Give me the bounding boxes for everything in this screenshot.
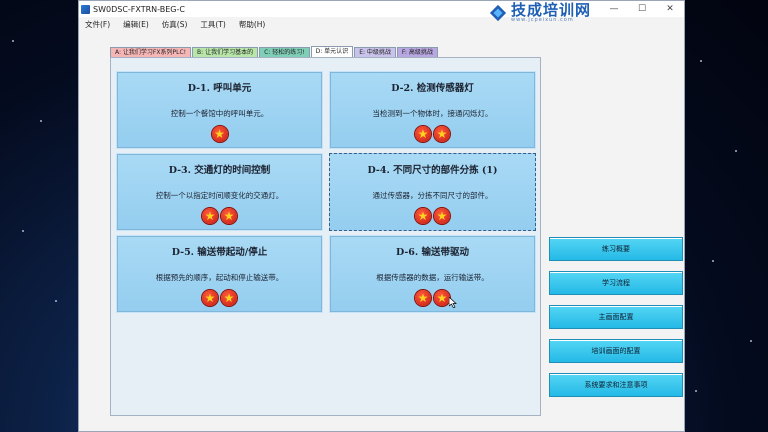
app-icon xyxy=(81,4,90,14)
exercise-card-d5[interactable]: D-5. 输送带起动/停止 根据预先的顺序，起动和停止输送带。 ★ ★ xyxy=(116,235,323,313)
card-title: D-2. 检测传感器灯 xyxy=(391,83,474,94)
exercise-overview-button[interactable]: 练习概要 xyxy=(549,237,683,261)
star-icon: ★ xyxy=(202,290,218,306)
star-icon: ★ xyxy=(221,208,237,224)
main-screen-config-button[interactable]: 主画面配置 xyxy=(549,305,683,329)
exercise-card-d3[interactable]: D-3. 交通灯的时间控制 控制一个以指定时间顺变化的交通灯。 ★ ★ xyxy=(116,153,323,231)
menu-help[interactable]: 帮助(H) xyxy=(233,19,273,30)
difficulty-stars: ★ ★ xyxy=(330,126,535,142)
card-title: D-1. 呼叫单元 xyxy=(187,83,252,94)
exercise-card-d6[interactable]: D-6. 输送带驱动 根据传感器的数据，运行输送带。 ★ ★ xyxy=(329,235,536,313)
mouse-cursor-icon xyxy=(449,297,457,308)
card-title: D-6. 输送带驱动 xyxy=(395,247,470,258)
card-title: D-4. 不同尺寸的部件分拣 (1) xyxy=(367,165,498,176)
title-bar: SW0DSC-FXTRN-BEG-C — ☐ ✕ xyxy=(79,1,684,17)
window-title: SW0DSC-FXTRN-BEG-C xyxy=(93,4,185,14)
difficulty-stars: ★ ★ xyxy=(330,208,535,224)
minimize-button[interactable]: — xyxy=(600,1,628,17)
exercise-card-d1[interactable]: D-1. 呼叫单元 控制一个餐馆中的呼叫单元。 ★ xyxy=(116,71,323,149)
maximize-button[interactable]: ☐ xyxy=(628,1,656,17)
card-description: 控制一个以指定时间顺变化的交通灯。 xyxy=(155,191,284,200)
app-window: SW0DSC-FXTRN-BEG-C — ☐ ✕ 技成培训网 www.jcpei… xyxy=(78,0,685,432)
close-button[interactable]: ✕ xyxy=(656,1,684,17)
star-icon: ★ xyxy=(415,126,431,142)
card-description: 根据预先的顺序，起动和停止输送带。 xyxy=(155,273,284,282)
exercise-panel: D-1. 呼叫单元 控制一个餐馆中的呼叫单元。 ★ D-2. 检测传感器灯 当检… xyxy=(110,57,541,416)
exercise-card-d4[interactable]: D-4. 不同尺寸的部件分拣 (1) 通过传感器，分拣不同尺寸的部件。 ★ ★ xyxy=(329,153,536,231)
star-icon: ★ xyxy=(434,290,450,306)
exercise-card-d2[interactable]: D-2. 检测传感器灯 当检测到一个物体时，接通闪烁灯。 ★ ★ xyxy=(329,71,536,149)
menu-bar: 文件(F) 编辑(E) 仿真(S) 工具(T) 帮助(H) xyxy=(79,17,684,31)
card-description: 当检测到一个物体时，接通闪烁灯。 xyxy=(372,109,493,118)
window-controls: — ☐ ✕ xyxy=(600,1,684,17)
system-requirements-button[interactable]: 系统要求和注意事项 xyxy=(549,373,683,397)
card-title: D-3. 交通灯的时间控制 xyxy=(168,165,271,176)
star-icon: ★ xyxy=(434,208,450,224)
learning-flow-button[interactable]: 学习流程 xyxy=(549,271,683,295)
star-icon: ★ xyxy=(434,126,450,142)
card-description: 根据传感器的数据，运行输送带。 xyxy=(376,273,489,282)
difficulty-stars: ★ ★ xyxy=(117,208,322,224)
star-icon: ★ xyxy=(202,208,218,224)
logo-text: 技成培训网 xyxy=(511,1,592,19)
menu-simulate[interactable]: 仿真(S) xyxy=(156,19,195,30)
star-icon: ★ xyxy=(221,290,237,306)
difficulty-stars: ★ xyxy=(117,126,322,142)
menu-file[interactable]: 文件(F) xyxy=(79,19,117,30)
difficulty-stars: ★ ★ xyxy=(117,290,322,306)
star-icon: ★ xyxy=(415,290,431,306)
difficulty-stars: ★ ★ xyxy=(330,290,535,306)
training-screen-config-button[interactable]: 培训画面的配置 xyxy=(549,339,683,363)
card-title: D-5. 输送带起动/停止 xyxy=(171,247,268,258)
card-description: 控制一个餐馆中的呼叫单元。 xyxy=(170,109,269,118)
star-icon: ★ xyxy=(415,208,431,224)
menu-tools[interactable]: 工具(T) xyxy=(194,19,232,30)
card-description: 通过传感器，分拣不同尺寸的部件。 xyxy=(372,191,493,200)
menu-edit[interactable]: 编辑(E) xyxy=(117,19,156,30)
star-icon: ★ xyxy=(211,126,228,142)
